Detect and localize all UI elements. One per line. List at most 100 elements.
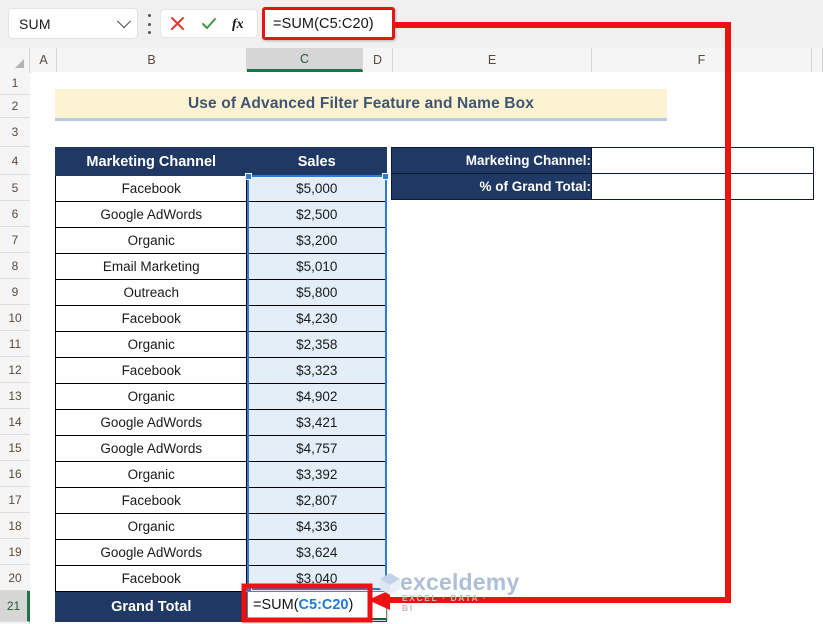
chevron-down-icon[interactable] <box>111 13 137 29</box>
cell-channel[interactable]: Google AdWords <box>54 201 248 228</box>
criteria-panel: Marketing Channel:% of Grand Total: <box>391 147 814 200</box>
row-header-15[interactable]: 15 <box>0 435 30 461</box>
table-header-row: Marketing Channel Sales <box>54 147 387 176</box>
cell-channel[interactable]: Facebook <box>54 565 248 592</box>
row-header-19[interactable]: 19 <box>0 539 30 565</box>
row-header-17[interactable]: 17 <box>0 487 30 513</box>
cancel-x-icon[interactable] <box>164 12 190 36</box>
fx-insert-function-icon[interactable]: fx <box>228 12 254 36</box>
formula-input-value: =SUM(C5:C20) <box>273 15 374 32</box>
table-row: Organic $3,200 <box>54 227 387 254</box>
sheet-title-banner: Use of Advanced Filter Feature and Name … <box>55 89 667 121</box>
cell-channel[interactable]: Email Marketing <box>54 253 248 280</box>
page-title: Use of Advanced Filter Feature and Name … <box>187 94 535 112</box>
worksheet-grid: Use of Advanced Filter Feature and Name … <box>31 72 823 624</box>
cell-sales[interactable]: $2,500 <box>246 201 387 228</box>
enter-check-icon[interactable] <box>196 12 222 36</box>
cell-channel[interactable]: Facebook <box>54 487 248 514</box>
cell-sales[interactable]: $5,800 <box>246 279 387 306</box>
cell-sales[interactable]: $3,624 <box>246 539 387 566</box>
row-header-6[interactable]: 6 <box>0 201 30 227</box>
cell-channel[interactable]: Facebook <box>54 305 248 332</box>
name-box[interactable]: SUM <box>8 8 138 39</box>
criteria-input[interactable] <box>591 173 814 200</box>
row-header-12[interactable]: 12 <box>0 357 30 383</box>
row-header-3[interactable]: 3 <box>0 118 30 147</box>
row-header-4[interactable]: 4 <box>0 147 30 175</box>
row-header-column: 1 2 3 4 5 6 7 8 9 10 11 12 13 14 15 16 17 18 19 20 21 <box>0 72 30 624</box>
criteria-input[interactable] <box>591 147 814 174</box>
column-header-marketing-channel: Marketing Channel <box>54 147 248 176</box>
column-header-f[interactable]: F <box>592 48 812 72</box>
row-header-7[interactable]: 7 <box>0 227 30 253</box>
formula-bar: SUM fx =SUM(C5:C20) <box>0 0 823 49</box>
cell-channel[interactable]: Organic <box>54 513 248 540</box>
cell-channel[interactable]: Facebook <box>54 175 248 202</box>
cell-channel[interactable]: Facebook <box>54 357 248 384</box>
column-header-b[interactable]: B <box>57 48 247 72</box>
row-header-16[interactable]: 16 <box>0 461 30 487</box>
column-header-row: ABCDEF <box>0 48 823 73</box>
cell-c21-edit-box[interactable]: =SUM(C5:C20) <box>247 591 387 620</box>
row-header-21[interactable]: 21 <box>0 591 30 622</box>
cell-channel[interactable]: Outreach <box>54 279 248 306</box>
criteria-row: Marketing Channel: <box>391 147 814 174</box>
cell-sales[interactable]: $2,358 <box>246 331 387 358</box>
cell-channel[interactable]: Organic <box>54 461 248 488</box>
marketing-sales-table: Marketing Channel Sales Facebook $5,000 Go… <box>54 147 387 622</box>
cell-channel[interactable]: Google AdWords <box>54 409 248 436</box>
cell-sales[interactable]: $4,230 <box>246 305 387 332</box>
column-header-c[interactable]: C <box>247 48 363 72</box>
criteria-row: % of Grand Total: <box>391 173 814 200</box>
column-header-d[interactable]: D <box>363 48 393 72</box>
row-header-18[interactable]: 18 <box>0 513 30 539</box>
row-header-9[interactable]: 9 <box>0 279 30 305</box>
row-header-13[interactable]: 13 <box>0 383 30 409</box>
svg-text:fx: fx <box>232 17 244 32</box>
table-row: Organic $4,902 <box>54 383 387 410</box>
formula-range-reference: C5:C20 <box>298 597 349 613</box>
cell-sales[interactable]: $2,807 <box>246 487 387 514</box>
table-row: Facebook $4,230 <box>54 305 387 332</box>
row-header-10[interactable]: 10 <box>0 305 30 331</box>
formula-action-buttons: fx <box>160 9 258 38</box>
cell-channel[interactable]: Google AdWords <box>54 539 248 566</box>
cell-sales[interactable]: $3,421 <box>246 409 387 436</box>
row-header-1[interactable]: 1 <box>0 72 30 95</box>
cell-sales[interactable]: $5,010 <box>246 253 387 280</box>
row-header-20[interactable]: 20 <box>0 565 30 591</box>
cell-channel[interactable]: Organic <box>54 383 248 410</box>
table-row: Google AdWords $3,624 <box>54 539 387 566</box>
formula-input[interactable]: =SUM(C5:C20) <box>262 7 395 40</box>
cell-sales[interactable]: $4,757 <box>246 435 387 462</box>
table-row: Facebook $5,000 <box>54 175 387 202</box>
cell-sales[interactable]: $4,336 <box>246 513 387 540</box>
row-header-14[interactable]: 14 <box>0 409 30 435</box>
select-all-corner[interactable] <box>0 48 30 72</box>
column-header-g[interactable] <box>812 48 823 72</box>
cell-sales[interactable]: $5,000 <box>246 175 387 202</box>
cell-channel[interactable]: Organic <box>54 227 248 254</box>
row-header-2[interactable]: 2 <box>0 95 30 118</box>
row-header-11[interactable]: 11 <box>0 331 30 357</box>
column-header-a[interactable]: A <box>31 48 57 72</box>
table-row: Facebook $2,807 <box>54 487 387 514</box>
cell-channel[interactable]: Google AdWords <box>54 435 248 462</box>
column-header-sales: Sales <box>246 147 387 176</box>
cell-sales[interactable]: $3,392 <box>246 461 387 488</box>
table-row: Organic $3,392 <box>54 461 387 488</box>
column-header-e[interactable]: E <box>393 48 592 72</box>
name-box-value: SUM <box>19 15 51 32</box>
more-options-icon[interactable] <box>143 14 155 34</box>
cell-sales[interactable]: $3,323 <box>246 357 387 384</box>
cell-sales[interactable]: $3,040 <box>246 565 387 592</box>
row-header-5[interactable]: 5 <box>0 175 30 201</box>
table-row: Organic $2,358 <box>54 331 387 358</box>
row-header-8[interactable]: 8 <box>0 253 30 279</box>
cell-channel[interactable]: Organic <box>54 331 248 358</box>
cell-sales[interactable]: $3,200 <box>246 227 387 254</box>
table-row: Email Marketing $5,010 <box>54 253 387 280</box>
table-row: Google AdWords $3,421 <box>54 409 387 436</box>
grand-total-label: Grand Total <box>54 591 248 622</box>
cell-sales[interactable]: $4,902 <box>246 383 387 410</box>
